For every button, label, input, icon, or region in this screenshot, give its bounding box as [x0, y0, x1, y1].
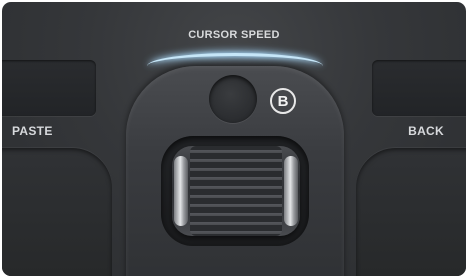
cursor-speed-label: CURSOR SPEED: [188, 29, 280, 41]
back-button[interactable]: [372, 60, 466, 116]
right-click-paddle[interactable]: [356, 148, 466, 276]
scroll-wheel-right-cap: [284, 156, 298, 226]
back-label: BACK: [408, 124, 444, 138]
cursor-speed-indicator: [147, 53, 323, 66]
left-click-paddle[interactable]: [2, 148, 112, 276]
scroll-wheel-left-cap: [174, 156, 188, 226]
callout-marker-b: B: [270, 88, 296, 114]
scroll-wheel[interactable]: [172, 146, 300, 236]
scroll-wheel-ridges: [190, 146, 282, 236]
mouse-top-view: PASTE BACK CURSOR SPEED B: [2, 2, 466, 276]
paste-label: PASTE: [12, 124, 53, 138]
cursor-speed-button[interactable]: [209, 75, 257, 123]
paste-button[interactable]: [2, 60, 96, 116]
